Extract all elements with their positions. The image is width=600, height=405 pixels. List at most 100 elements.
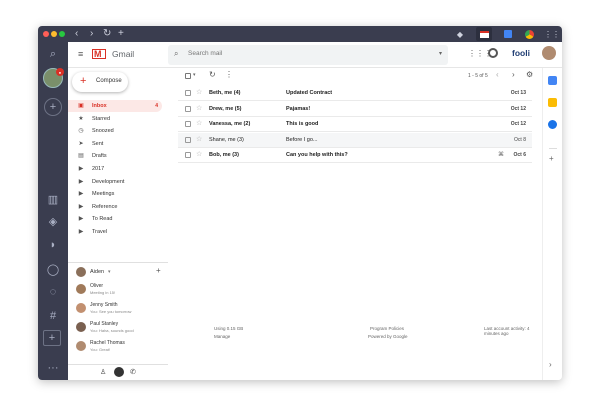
back-icon[interactable]: ‹	[75, 27, 78, 41]
nav-item[interactable]: ★ Starred	[68, 113, 162, 125]
attachment-icon: ⌘	[498, 152, 504, 158]
dropdown-icon[interactable]: ▾	[439, 50, 442, 57]
star-icon[interactable]: ☆	[196, 150, 202, 158]
layers-tab-icon[interactable]: ◆	[452, 27, 468, 41]
more-actions-icon[interactable]: ⋮	[225, 70, 233, 79]
contact-item[interactable]: Oliver Meeting in 15!	[72, 282, 162, 300]
apps-grid-icon[interactable]: ⋮⋮	[544, 27, 560, 41]
add-workspace-icon[interactable]: +	[43, 330, 61, 346]
contact-name: Jenny Smith	[90, 302, 118, 308]
minimize-window-button[interactable]	[51, 31, 57, 37]
powered-by: Powered by Google	[368, 334, 408, 339]
nav-item-label: Drafts	[92, 153, 107, 160]
email-row[interactable]: ☆ Drew, me (5) Pajamas! Oct 12	[178, 101, 532, 117]
contact-item[interactable]: Paul Stanley You: Haha, sounds good	[72, 320, 162, 338]
select-dropdown-icon[interactable]: ▾	[193, 72, 196, 78]
nav-item[interactable]: ▣ Inbox 4	[68, 100, 162, 112]
email-row[interactable]: ☆ Bob, me (3) Can you help with this? Oct 6…	[178, 148, 532, 163]
divider	[549, 148, 557, 149]
contact-avatar	[76, 341, 86, 351]
expand-panel-icon[interactable]: ›	[549, 360, 552, 369]
evernote-icon[interactable]: ◗	[45, 237, 61, 253]
slack-icon[interactable]: #	[45, 308, 61, 324]
add-contact-icon[interactable]: +	[156, 266, 161, 275]
row-checkbox[interactable]	[185, 105, 191, 112]
contact-status: You: See you tomorrow	[90, 309, 132, 314]
email-date: Oct 6	[513, 152, 526, 158]
row-checkbox[interactable]	[185, 152, 191, 158]
search-input[interactable]: ⌕ Search mail ▾	[168, 45, 448, 65]
close-window-button[interactable]	[43, 31, 49, 37]
email-date: Oct 8	[514, 136, 526, 143]
new-tab-icon[interactable]: +	[118, 27, 124, 41]
next-page-icon[interactable]: ›	[512, 70, 515, 79]
label-icon: ▶	[78, 191, 84, 198]
refresh-icon[interactable]: ↻	[209, 70, 216, 79]
email-sender: Vanessa, me (2)	[209, 121, 251, 127]
hangouts-user[interactable]: Aiden	[90, 269, 104, 275]
manage-link[interactable]: Manage	[214, 334, 230, 339]
keep-icon[interactable]	[548, 98, 557, 107]
nav-item-label: 2017	[92, 166, 105, 172]
nav-item[interactable]: ▤ Drafts	[68, 150, 162, 162]
add-addon-icon[interactable]: +	[549, 154, 554, 163]
nav-item[interactable]: ▶ Reference	[68, 201, 162, 213]
contact-item[interactable]: Jenny Smith You: See you tomorrow	[72, 301, 162, 319]
nav-item[interactable]: ▶ Development	[68, 176, 162, 188]
nav-item[interactable]: ▶ To Read	[68, 213, 162, 225]
main-menu-icon[interactable]: ≡	[78, 49, 83, 59]
inbox-icon: ▣	[78, 103, 84, 109]
select-all-checkbox[interactable]	[185, 73, 191, 79]
email-date: Oct 12	[510, 121, 526, 127]
nav-item[interactable]: ▶ 2017	[68, 163, 162, 175]
whatsapp-icon[interactable]: ◯	[45, 261, 61, 277]
more-icon[interactable]: ···	[45, 360, 61, 376]
phone-icon[interactable]: ✆	[130, 368, 136, 376]
app-window: ‹ › ↻ + ◆ ⋮⋮ ⌕ ● + ▥ ◈ ◗ ◯ ◌ # + ··· ≡ M…	[38, 26, 562, 380]
messenger-icon[interactable]: ◌	[45, 284, 61, 300]
top-bar: ‹ › ↻ + ◆ ⋮⋮	[38, 26, 562, 42]
email-row[interactable]: ☆ Vanessa, me (2) This is good Oct 12	[178, 117, 532, 132]
notifications-icon[interactable]	[488, 48, 498, 58]
calendar-tab-icon[interactable]	[500, 27, 516, 41]
search-icon[interactable]: ⌕	[45, 46, 61, 62]
add-app-icon[interactable]: +	[44, 98, 62, 116]
label-icon: ▶	[78, 203, 84, 210]
contact-item[interactable]: Rachel Thomas You: Great!	[72, 339, 162, 357]
settings-gear-icon[interactable]: ⚙	[526, 70, 533, 79]
chevron-down-icon[interactable]: ▾	[108, 269, 111, 275]
nav-item[interactable]: ◷ Snoozed	[68, 125, 162, 137]
account-avatar[interactable]	[542, 46, 556, 60]
forward-icon[interactable]: ›	[90, 27, 93, 41]
drive-tab-icon[interactable]	[521, 27, 537, 41]
email-row[interactable]: ☆ Shane, me (3) Before I go... Oct 8	[178, 132, 532, 148]
label-icon: ▶	[78, 229, 84, 235]
star-icon[interactable]: ☆	[196, 104, 202, 112]
person-icon[interactable]: ♙	[100, 368, 106, 376]
trello-icon[interactable]: ▥	[45, 191, 61, 207]
compose-button[interactable]: + Compose	[72, 72, 128, 92]
tasks-icon[interactable]	[548, 120, 557, 129]
row-checkbox[interactable]	[185, 136, 191, 143]
star-icon[interactable]: ☆	[196, 119, 202, 127]
gmail-tab-icon[interactable]	[476, 27, 492, 41]
row-checkbox[interactable]	[185, 121, 191, 127]
prev-page-icon[interactable]: ‹	[496, 70, 499, 79]
calendar-icon[interactable]	[548, 76, 557, 85]
mail-list-pane: ▾ ↻ ⋮ 1 - 5 of 5 ‹ › ⚙ ☆ Beth, me (4) Upda…	[178, 68, 561, 380]
nav-item[interactable]: ➤ Sent	[68, 138, 162, 150]
pagination-label: 1 - 5 of 5	[468, 73, 488, 79]
reload-icon[interactable]: ↻	[103, 27, 111, 41]
star-icon[interactable]: ☆	[196, 135, 202, 143]
star-icon[interactable]: ☆	[196, 88, 202, 96]
maximize-window-button[interactable]	[59, 31, 65, 37]
program-policies-link[interactable]: Program Policies	[370, 326, 404, 331]
chat-icon[interactable]	[114, 367, 124, 377]
row-checkbox[interactable]	[185, 90, 191, 96]
nav-item[interactable]: ▶ Meetings	[68, 188, 162, 200]
label-icon: ▶	[78, 178, 84, 185]
dropbox-icon[interactable]: ◈	[45, 213, 61, 229]
hangouts-avatar[interactable]	[76, 267, 86, 277]
nav-item[interactable]: ▶ Travel	[68, 226, 162, 238]
email-row[interactable]: ☆ Beth, me (4) Updated Contract Oct 13	[178, 86, 532, 101]
